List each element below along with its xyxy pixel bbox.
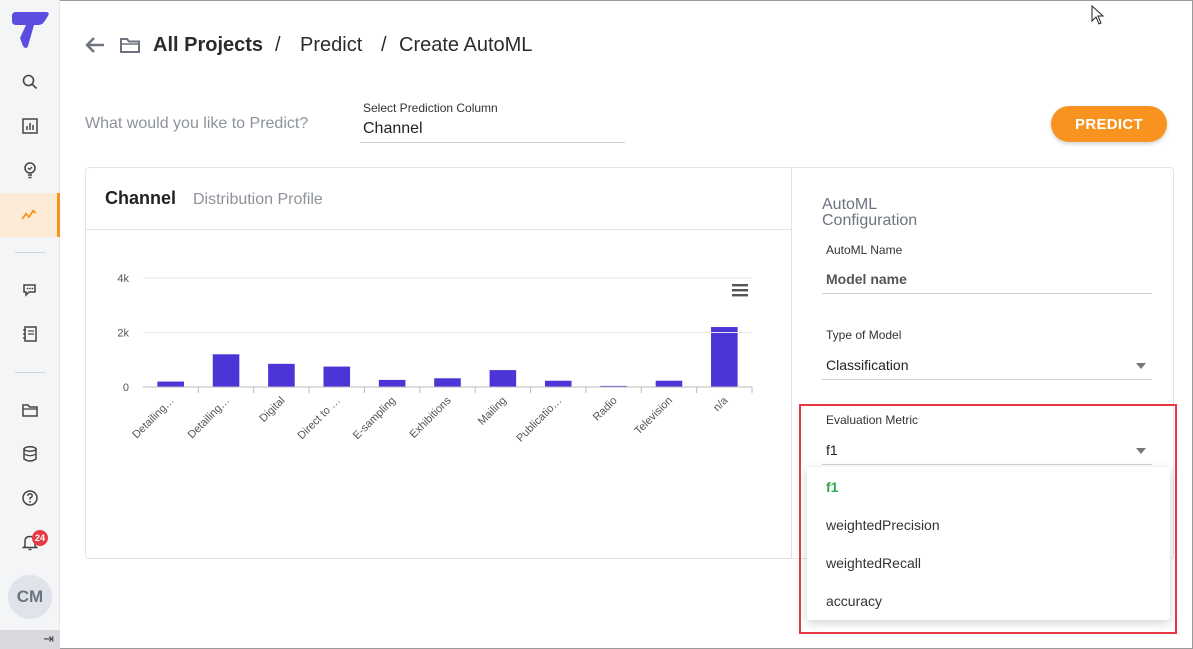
sidebar-divider [15,252,45,253]
chevron-down-icon [1136,363,1146,369]
folder-icon [119,34,141,56]
back-arrow-icon[interactable] [84,34,106,56]
mouse-cursor-icon [1091,4,1105,25]
chart-bar [655,380,683,387]
notebook-icon[interactable] [0,312,60,356]
notification-badge: 24 [32,530,48,546]
highlight-annotation [799,404,1177,634]
chart-bar [323,366,351,387]
model-type-label: Type of Model [826,328,902,342]
x-tick-label: Mailing [476,395,509,428]
distribution-chart: n/a Television Radio Publicatio…Mailing Exhi… [117,273,753,445]
chart-bar [268,363,295,387]
x-tick-label: Direct to … [296,395,343,442]
breadcrumb-all-projects[interactable]: All Projects [153,34,263,57]
chart-bar [157,381,184,387]
chart-bar [544,380,572,387]
chart-bar [212,354,240,387]
chart-menu-icon[interactable] [732,284,748,297]
chart-bar [489,370,517,387]
breadcrumb-separator: / [381,34,387,56]
breadcrumb-create-automl: Create AutoML [399,34,533,56]
x-tick-label: n/a [711,394,731,414]
x-tick-label: Publicatio… [514,395,564,445]
profile-title: Channel [105,188,177,208]
folder-nav-icon[interactable] [0,388,60,432]
chart-bar [434,378,461,387]
model-type-value: Classification [826,357,909,373]
y-tick-label: 0 [123,382,129,394]
x-tick-label: Exhibitions [408,394,454,440]
sidebar: 24 CM ⇥ [0,0,60,649]
automl-config-title: AutoML Configuration [822,196,918,229]
database-icon[interactable] [0,432,60,476]
predict-button[interactable]: PREDICT [1051,106,1167,142]
chat-icon[interactable] [0,268,60,312]
chart-bar [378,379,406,387]
chart-bar [711,327,738,387]
predict-question: What would you like to Predict? [85,115,309,132]
chart-bar-icon[interactable] [0,104,60,148]
help-icon[interactable] [0,476,60,520]
model-type-select[interactable]: Classification [822,352,1152,380]
lightbulb-icon[interactable] [0,148,60,192]
predict-nav-icon[interactable] [0,193,60,237]
x-tick-label: Television [632,395,675,438]
x-tick-label: Detailing… [186,395,233,442]
profile-subtitle: Distribution Profile [193,191,323,208]
search-icon[interactable] [0,60,60,104]
x-tick-label: E-sampling [351,395,398,442]
app-logo[interactable] [8,8,52,52]
card-divider [791,168,792,558]
x-tick-label: Radio [591,395,620,424]
avatar[interactable]: CM [8,575,52,619]
sidebar-divider [15,372,45,373]
automl-name-input[interactable]: Model name [822,266,1152,294]
y-tick-label: 2k [117,328,129,340]
collapse-sidebar-button[interactable]: ⇥ [0,630,60,649]
x-tick-label: Digital [257,395,287,425]
breadcrumb-separator: / [275,34,281,56]
collapse-icon: ⇥ [43,631,54,646]
card-header-divider [86,229,791,230]
breadcrumb-predict[interactable]: Predict [300,34,362,57]
bell-icon[interactable] [0,520,60,564]
y-tick-label: 4k [117,273,129,285]
prediction-column-label: Select Prediction Column [363,101,498,115]
prediction-column-select[interactable]: Channel [360,118,625,143]
automl-name-label: AutoML Name [826,243,903,257]
x-tick-label: Detailing… [130,395,177,442]
